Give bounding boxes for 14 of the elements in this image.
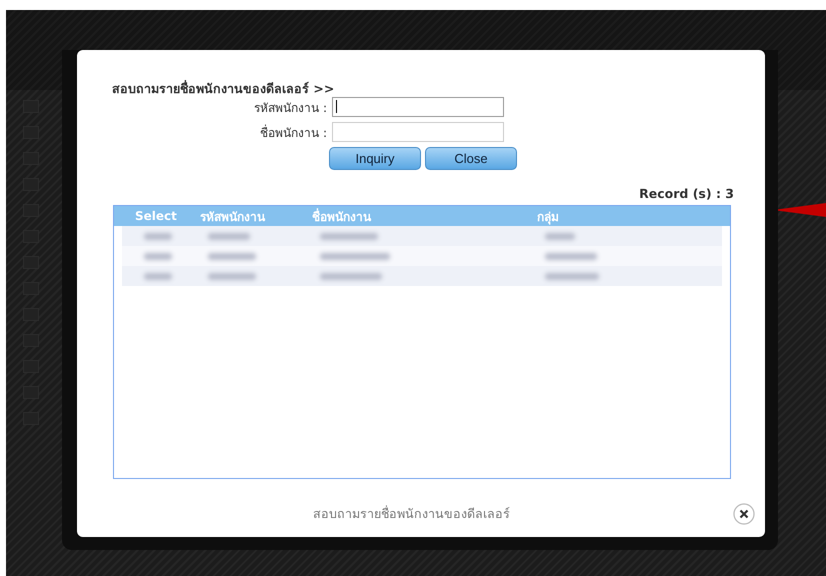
dialog-button[interactable]: Inquiry — [329, 147, 421, 170]
column-header: รหัสพนักงาน — [200, 208, 266, 226]
dialog-button[interactable]: Close — [425, 147, 517, 170]
column-header: ชื่อพนักงาน — [312, 207, 372, 226]
record-count: Record (s) : 3 — [639, 186, 734, 202]
field-label: ชื่อพนักงาน : — [259, 124, 328, 142]
close-icon[interactable] — [733, 503, 755, 525]
input-field[interactable] — [332, 122, 504, 142]
field-label: รหัสพนักงาน : — [253, 100, 328, 116]
dialog-title: สอบถามรายชื่อพนักงานของดีลเลอร์ >> — [112, 81, 336, 97]
column-header: Select — [135, 209, 178, 223]
input-field[interactable] — [332, 97, 504, 117]
column-header: กลุ่ม — [537, 208, 559, 226]
dialog-caption: สอบถามรายชื่อพนักงานของดีลเลอร์ — [313, 504, 510, 523]
